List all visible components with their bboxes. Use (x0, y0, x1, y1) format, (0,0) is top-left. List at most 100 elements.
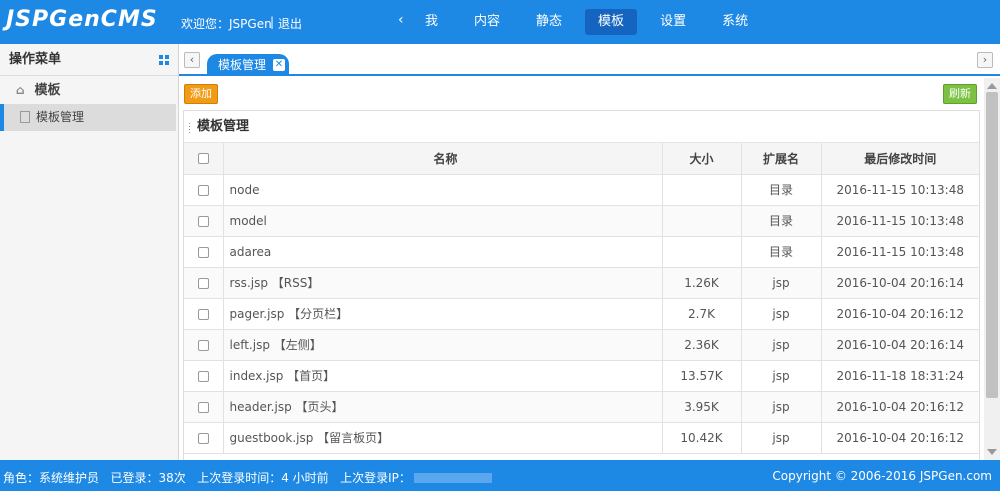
logout-link[interactable]: 退出 (278, 15, 302, 32)
sidebar-header: 操作菜单 (0, 44, 178, 76)
sidebar-group-template[interactable]: ⌂ 模板 (0, 76, 178, 104)
file-ext: jsp (740, 267, 821, 299)
main-content: 添加 刷新 模板管理 名称 大小 扩展名 最后修改时间 node 目录 2016… (179, 78, 984, 460)
row-checkbox-cell (184, 391, 223, 423)
file-name[interactable]: pager.jsp 【分页栏】 (222, 298, 662, 330)
add-button[interactable]: 添加 (184, 84, 218, 104)
file-time: 2016-10-04 20:16:14 (820, 267, 979, 299)
file-time: 2016-10-04 20:16:12 (820, 391, 979, 423)
tab-label: 模板管理 (218, 58, 267, 72)
template-table: 名称 大小 扩展名 最后修改时间 node 目录 2016-11-15 10:1… (184, 143, 979, 454)
file-size (661, 174, 741, 206)
file-ext: jsp (740, 391, 821, 423)
footer-session-info: 角色：系统维护员 已登录：38次 上次登录时间：4 小时前 上次登录IP： (3, 469, 492, 486)
sidebar-group-label: 模板 (34, 83, 61, 98)
top-nav: 我 内容 静态 模板 设置 系统 (412, 9, 771, 35)
file-ext: jsp (740, 298, 821, 330)
scroll-up-icon[interactable] (987, 83, 997, 89)
nav-prev-icon[interactable]: ‹ (398, 12, 404, 28)
close-icon[interactable]: ✕ (273, 59, 285, 71)
app-logo[interactable]: JSPGenCMS (6, 7, 158, 32)
column-header-name[interactable]: 名称 (222, 143, 662, 175)
table-row[interactable]: index.jsp 【首页】 13.57K jsp 2016-11-18 18:… (184, 360, 979, 392)
column-header-ext[interactable]: 扩展名 (740, 143, 821, 175)
file-ext: 目录 (740, 236, 821, 268)
column-header-time[interactable]: 最后修改时间 (820, 143, 979, 175)
file-size: 2.7K (661, 298, 741, 330)
grid-icon[interactable] (159, 55, 169, 65)
file-name[interactable]: guestbook.jsp 【留言板页】 (222, 422, 662, 454)
tab-template-manage[interactable]: 模板管理 ✕ (207, 54, 289, 76)
row-checkbox[interactable] (197, 246, 209, 258)
file-name[interactable]: adarea (222, 236, 662, 268)
row-checkbox[interactable] (197, 308, 209, 320)
sidebar-title: 操作菜单 (9, 52, 62, 67)
sidebar-item-template-manage[interactable]: 模板管理 (0, 104, 176, 131)
row-checkbox[interactable] (197, 432, 209, 444)
welcome-text: 欢迎您：JSPGen (181, 17, 272, 31)
content-scrollbar[interactable] (984, 78, 1000, 460)
redacted-ip (413, 473, 492, 483)
row-checkbox-cell (184, 174, 223, 206)
nav-item-me[interactable]: 我 (412, 9, 451, 35)
home-icon: ⌂ (16, 83, 25, 97)
panel-header: 模板管理 (184, 111, 979, 143)
file-ext: 目录 (740, 205, 821, 237)
nav-item-settings[interactable]: 设置 (647, 9, 699, 35)
file-size: 3.95K (661, 391, 741, 423)
table-row[interactable]: rss.jsp 【RSS】 1.26K jsp 2016-10-04 20:16… (184, 267, 979, 299)
file-time: 2016-11-18 18:31:24 (820, 360, 979, 392)
tab-prev-icon[interactable]: ‹ (184, 52, 200, 68)
status-footer: 角色：系统维护员 已登录：38次 上次登录时间：4 小时前 上次登录IP： Co… (0, 460, 1000, 491)
file-name[interactable]: rss.jsp 【RSS】 (222, 267, 662, 299)
file-size (661, 236, 741, 268)
nav-item-static[interactable]: 静态 (523, 9, 575, 35)
column-header-size[interactable]: 大小 (661, 143, 741, 175)
table-row[interactable]: left.jsp 【左侧】 2.36K jsp 2016-10-04 20:16… (184, 329, 979, 361)
file-name[interactable]: node (222, 174, 662, 206)
file-time: 2016-10-04 20:16:12 (820, 298, 979, 330)
left-sidebar: 操作菜单 ⌂ 模板 模板管理 (0, 44, 179, 460)
file-time: 2016-11-15 10:13:48 (820, 205, 979, 237)
row-checkbox-cell (184, 329, 223, 361)
file-size: 1.26K (661, 267, 741, 299)
file-time: 2016-11-15 10:13:48 (820, 236, 979, 268)
row-checkbox-cell (184, 298, 223, 330)
file-time: 2016-10-04 20:16:14 (820, 329, 979, 361)
table-row[interactable]: adarea 目录 2016-11-15 10:13:48 (184, 236, 979, 268)
file-ext: jsp (740, 360, 821, 392)
table-header-row: 名称 大小 扩展名 最后修改时间 (184, 143, 979, 175)
file-size: 10.42K (661, 422, 741, 454)
row-checkbox[interactable] (197, 370, 209, 382)
tab-next-icon[interactable]: › (977, 52, 993, 68)
select-all-checkbox[interactable] (197, 153, 209, 165)
refresh-button[interactable]: 刷新 (943, 84, 977, 104)
table-row[interactable]: header.jsp 【页头】 3.95K jsp 2016-10-04 20:… (184, 391, 979, 423)
row-checkbox[interactable] (197, 401, 209, 413)
row-checkbox-cell (184, 360, 223, 392)
nav-item-system[interactable]: 系统 (709, 9, 761, 35)
row-checkbox[interactable] (197, 277, 209, 289)
scroll-down-icon[interactable] (987, 449, 997, 455)
table-row[interactable]: guestbook.jsp 【留言板页】 10.42K jsp 2016-10-… (184, 422, 979, 454)
row-checkbox[interactable] (197, 184, 209, 196)
nav-item-template[interactable]: 模板 (585, 9, 638, 35)
file-name[interactable]: model (222, 205, 662, 237)
row-checkbox[interactable] (197, 215, 209, 227)
table-row[interactable]: node 目录 2016-11-15 10:13:48 (184, 174, 979, 206)
table-row[interactable]: pager.jsp 【分页栏】 2.7K jsp 2016-10-04 20:1… (184, 298, 979, 330)
footer-copyright: Copyright © 2006-2016 JSPGen.com (772, 469, 992, 483)
row-checkbox[interactable] (197, 339, 209, 351)
select-all-cell (184, 143, 223, 175)
tab-strip: ‹ 模板管理 ✕ › (179, 44, 1000, 76)
file-name[interactable]: left.jsp 【左侧】 (222, 329, 662, 361)
file-name[interactable]: header.jsp 【页头】 (222, 391, 662, 423)
row-checkbox-cell (184, 205, 223, 237)
row-checkbox-cell (184, 267, 223, 299)
nav-item-content[interactable]: 内容 (461, 9, 513, 35)
scrollbar-thumb[interactable] (986, 92, 998, 398)
file-name[interactable]: index.jsp 【首页】 (222, 360, 662, 392)
file-time: 2016-11-15 10:13:48 (820, 174, 979, 206)
footer-role: 角色：系统维护员 (3, 471, 100, 485)
table-row[interactable]: model 目录 2016-11-15 10:13:48 (184, 205, 979, 237)
